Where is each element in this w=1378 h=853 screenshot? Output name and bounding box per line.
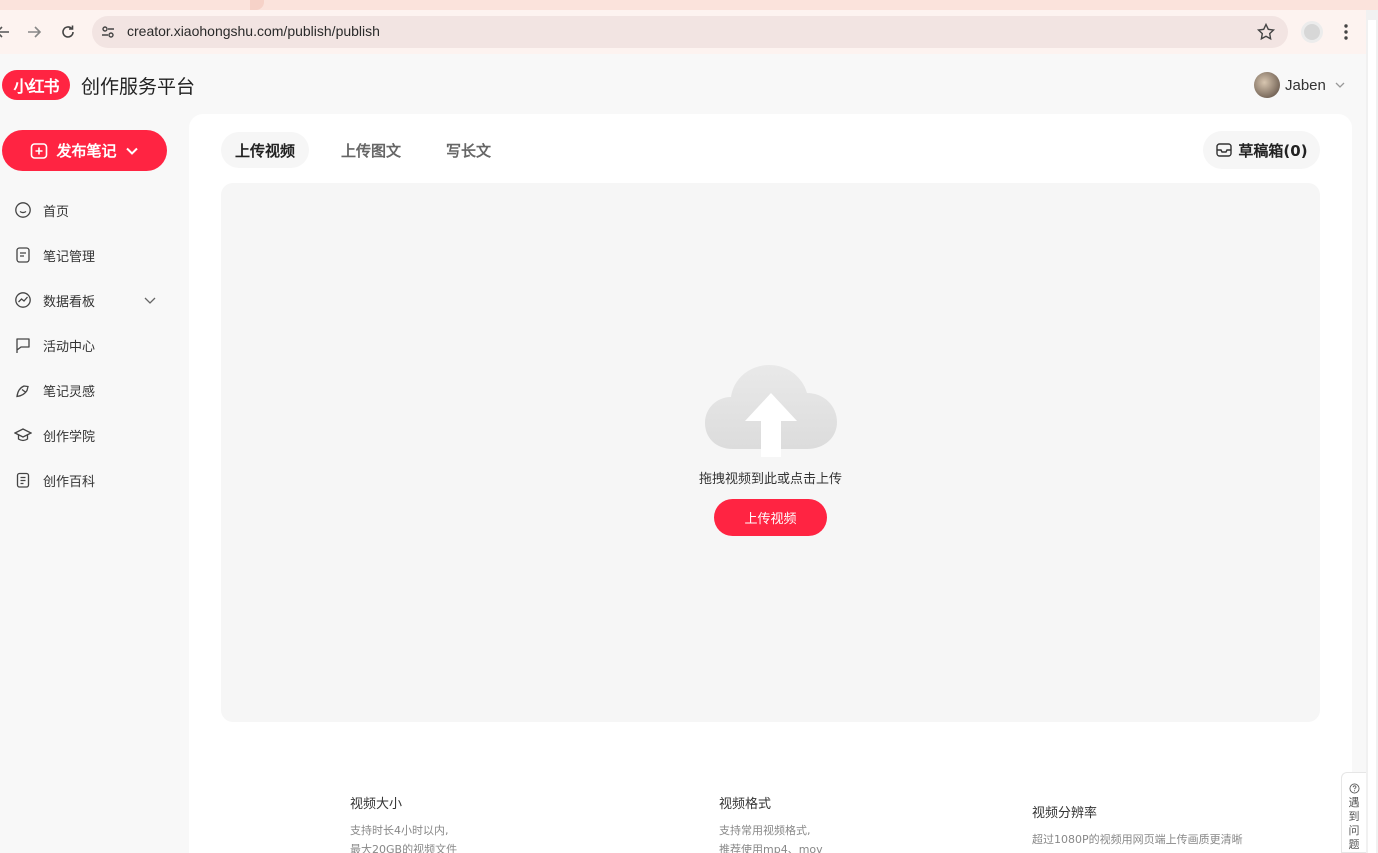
info-video-resolution: 视频分辨率 超过1080P的视频用网页端上传画质更清晰 bbox=[1032, 802, 1243, 849]
sidebar-item-activity-center[interactable]: 活动中心 bbox=[0, 327, 170, 363]
back-button[interactable] bbox=[0, 21, 14, 43]
help-char: 到 bbox=[1348, 810, 1360, 823]
reload-button[interactable] bbox=[57, 21, 79, 43]
graduation-cap-icon bbox=[14, 428, 32, 442]
browser-toolbar: creator.xiaohongshu.com/publish/publish bbox=[0, 10, 1366, 54]
info-line: 支持时长4小时以内, bbox=[350, 824, 449, 837]
info-title: 视频分辨率 bbox=[1032, 806, 1098, 821]
arrow-left-icon bbox=[0, 26, 9, 38]
reload-icon bbox=[62, 25, 74, 38]
bulb-icon bbox=[16, 385, 29, 398]
inbox-icon bbox=[1216, 143, 1233, 157]
document-icon bbox=[16, 472, 30, 488]
more-menu-icon[interactable] bbox=[1336, 21, 1356, 43]
info-title: 视频格式 bbox=[719, 797, 772, 812]
tab-corner bbox=[250, 0, 264, 10]
chevron-down-icon[interactable] bbox=[143, 293, 157, 307]
sidebar-item-creator-academy[interactable]: 创作学院 bbox=[0, 417, 170, 453]
site-settings-icon[interactable] bbox=[100, 24, 116, 40]
sidebar-item-data-dashboard[interactable]: 数据看板 bbox=[0, 282, 170, 318]
xiaohongshu-logo[interactable]: 小红书 bbox=[2, 70, 70, 100]
chart-icon bbox=[15, 292, 31, 308]
question-circle-icon bbox=[1349, 783, 1359, 794]
scrollbar-thumb[interactable] bbox=[1368, 20, 1376, 853]
info-title: 视频大小 bbox=[350, 797, 403, 812]
address-bar[interactable]: creator.xiaohongshu.com/publish/publish bbox=[92, 16, 1288, 48]
add-square-icon bbox=[31, 142, 48, 159]
sidebar-item-label: 创作学院 bbox=[43, 430, 96, 445]
browser-tabstrip bbox=[0, 0, 1378, 10]
sidebar-item-label: 笔记灵感 bbox=[43, 385, 96, 400]
info-line: 推荐使用mp4、mov bbox=[719, 843, 823, 853]
info-video-format: 视频格式 支持常用视频格式, 推荐使用mp4、mov bbox=[719, 793, 823, 853]
browser-profile-icon[interactable] bbox=[1301, 21, 1323, 43]
sidebar-item-label: 活动中心 bbox=[43, 340, 96, 355]
video-dropzone[interactable]: 拖拽视频到此或点击上传 上传视频 bbox=[221, 183, 1320, 722]
page-scrollbar[interactable] bbox=[1366, 10, 1378, 853]
publish-note-label: 发布笔记 bbox=[56, 142, 117, 160]
bookmark-star-icon[interactable] bbox=[1256, 22, 1276, 42]
help-char: 遇 bbox=[1348, 796, 1360, 809]
url-text[interactable]: creator.xiaohongshu.com/publish/publish bbox=[127, 23, 380, 39]
avatar[interactable] bbox=[1254, 72, 1280, 98]
flag-icon bbox=[16, 338, 30, 353]
info-line: 超过1080P的视频用网页端上传画质更清晰 bbox=[1032, 833, 1243, 846]
sidebar-item-note-inspiration[interactable]: 笔记灵感 bbox=[0, 372, 170, 408]
app-header: 小红书 创作服务平台 Jaben bbox=[0, 54, 1366, 116]
platform-title: 创作服务平台 bbox=[81, 76, 196, 98]
help-float-button[interactable]: 遇 到 问 题 bbox=[1341, 772, 1366, 853]
forward-button[interactable] bbox=[23, 21, 45, 43]
cloud-upload-icon bbox=[705, 365, 837, 457]
drafts-button[interactable]: 草稿箱(0) bbox=[1203, 131, 1320, 169]
user-name[interactable]: Jaben bbox=[1285, 77, 1326, 94]
publish-note-button[interactable]: 发布笔记 bbox=[2, 130, 167, 171]
sidebar-item-creator-wiki[interactable]: 创作百科 bbox=[0, 462, 170, 498]
tab-upload-image-text[interactable]: 上传图文 bbox=[327, 132, 415, 168]
chevron-down-icon[interactable] bbox=[1334, 79, 1346, 91]
info-line: 最大20GB的视频文件 bbox=[350, 843, 458, 853]
help-char: 题 bbox=[1348, 838, 1360, 851]
arrow-right-icon bbox=[28, 26, 42, 38]
dropzone-hint: 拖拽视频到此或点击上传 bbox=[698, 472, 842, 487]
help-char: 问 bbox=[1348, 824, 1360, 837]
upload-video-button[interactable]: 上传视频 bbox=[714, 499, 827, 536]
chevron-down-icon bbox=[125, 147, 138, 155]
info-line: 支持常用视频格式, bbox=[719, 824, 811, 837]
publish-panel: 上传视频 上传图文 写长文 草稿箱(0) 拖拽视频到此或点击上传 上传视频 视频… bbox=[189, 114, 1352, 853]
tab-upload-video[interactable]: 上传视频 bbox=[221, 132, 310, 168]
sidebar-item-label: 首页 bbox=[43, 205, 70, 220]
info-video-size: 视频大小 支持时长4小时以内, 最大20GB的视频文件 bbox=[350, 793, 457, 853]
sidebar-item-home[interactable]: 首页 bbox=[0, 192, 170, 228]
drafts-label: 草稿箱(0) bbox=[1238, 141, 1308, 160]
tab-write-long-article[interactable]: 写长文 bbox=[432, 132, 505, 168]
home-icon bbox=[15, 202, 31, 218]
sidebar-item-note-management[interactable]: 笔记管理 bbox=[0, 237, 170, 273]
sidebar-item-label: 创作百科 bbox=[43, 475, 96, 490]
user-menu[interactable]: Jaben bbox=[1254, 72, 1346, 98]
sidebar-item-label: 笔记管理 bbox=[43, 250, 96, 265]
note-icon bbox=[16, 247, 30, 263]
sidebar-item-label: 数据看板 bbox=[43, 295, 96, 310]
